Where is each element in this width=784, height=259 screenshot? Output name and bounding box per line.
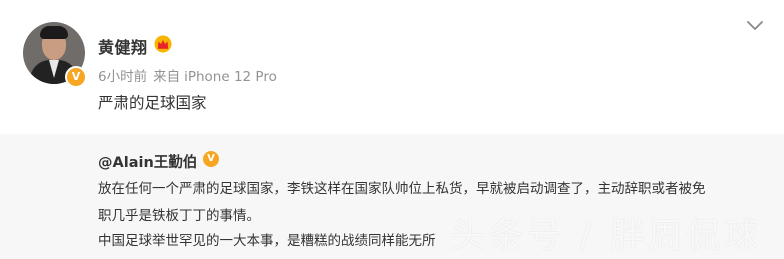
repost-text-line-3: 中国足球举世罕见的一大本事，是糟糕的战绩同样能无所 <box>98 233 436 249</box>
repost-author[interactable]: @Alain王勤伯 <box>98 151 197 172</box>
repost-text-line-2: 职几乎是铁板丁丁的事情。 <box>98 208 260 224</box>
crown-icon <box>154 35 172 53</box>
post-meta: 6小时前 来自 iPhone 12 Pro <box>98 65 277 85</box>
chevron-down-icon[interactable] <box>746 20 764 32</box>
post-device: iPhone 12 Pro <box>184 69 277 85</box>
repost-verified-badge-icon: V <box>203 151 219 167</box>
post-time[interactable]: 6小时前 <box>98 69 147 85</box>
post-source-prefix: 来自 <box>153 69 181 85</box>
repost-text-line-1: 放在任何一个严肃的足球国家，李铁这样在国家队帅位上私货，早就被启动调查了，主动辞… <box>98 181 706 197</box>
post-text: 严肃的足球国家 <box>98 94 207 112</box>
avatar-hair <box>40 26 68 39</box>
weibo-post: V 黄健翔 6小时前 来自 iPhone 12 Pro 严肃的足球国家 <box>0 0 784 134</box>
username[interactable]: 黄健翔 <box>98 34 148 58</box>
verified-badge-icon: V <box>65 66 87 88</box>
watermark: 头条号 / 胖周侃球 <box>451 216 763 256</box>
